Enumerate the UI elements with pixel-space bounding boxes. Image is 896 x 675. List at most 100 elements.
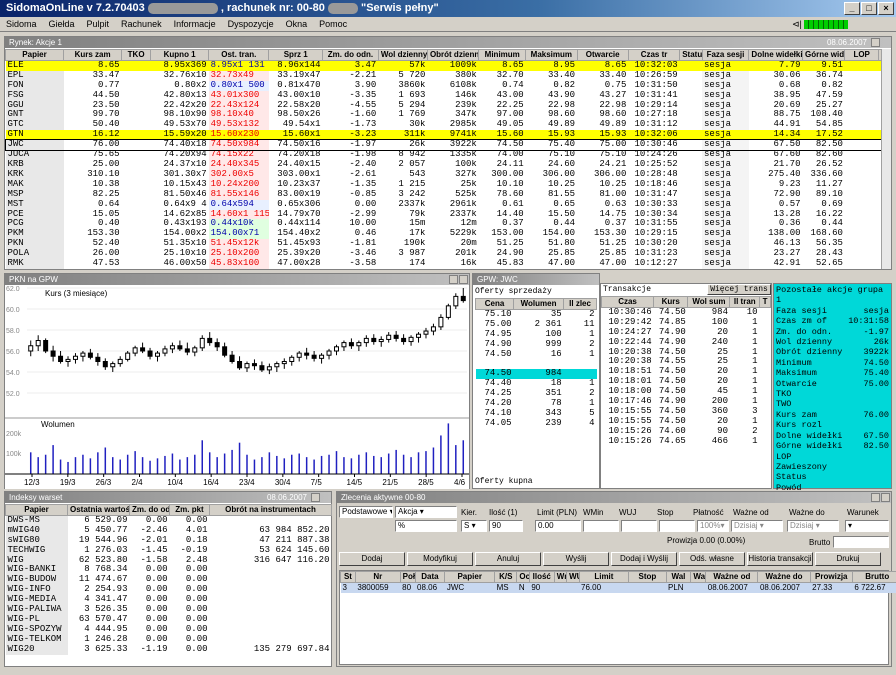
menu-item-pulpit[interactable]: Pulpit xyxy=(81,17,116,31)
column-header[interactable]: Papier xyxy=(5,49,65,61)
instrument-type-select[interactable]: Akcja ▾ xyxy=(395,506,457,518)
transactions-header[interactable]: Il tran xyxy=(729,296,761,308)
market-row[interactable]: KRK 310.10 301.30x7 302.00x5 303.00x1 -2.61 54… xyxy=(5,169,882,180)
transaction-row[interactable]: 10:18:51 74.50 20 1 xyxy=(602,367,771,377)
market-row[interactable]: PKM 153.30 154.00x2 154.00x71 154.40x2 0.46 17… xyxy=(5,229,882,240)
market-row[interactable]: FSG 44.50 42.80x13 43.01x300 43.00x10 -3.35 1 … xyxy=(5,90,882,101)
orderbook-header[interactable]: Wolumen xyxy=(513,298,565,310)
ask-row[interactable]: 74.90 999 2 xyxy=(476,340,597,350)
close-button[interactable]: × xyxy=(878,2,894,15)
market-row[interactable]: RMK 47.53 46.00x50 45.83x100 47.00x28 -3.58 17… xyxy=(5,259,882,269)
transactions-header[interactable]: T xyxy=(759,296,771,308)
stop-input[interactable] xyxy=(659,520,695,532)
market-row[interactable]: JWC 76.00 74.40x18 74.50x984 74.50x16 -1.97 26… xyxy=(5,139,881,152)
transactions-header[interactable]: Czas xyxy=(600,296,655,308)
column-header[interactable]: Sprz 1 xyxy=(268,49,324,61)
column-header[interactable]: Kurs zam xyxy=(63,49,123,61)
gross-input[interactable] xyxy=(833,536,889,548)
index-row[interactable]: WIG 62 523.80 -1.58 2.48 316 647 116.20 xyxy=(5,555,332,566)
ask-row[interactable]: 75.10 35 2 xyxy=(476,309,597,319)
menu-item-sidoma[interactable]: Sidoma xyxy=(0,17,43,31)
menu-item-dyspozycje[interactable]: Dyspozycje xyxy=(222,17,280,31)
market-row[interactable]: ELE 8.65 8.95x369 8.95x1 131 8.96x144 3.47 57k… xyxy=(5,60,881,71)
market-row[interactable]: POLA 26.00 25.10x10 25.10x200 25.39x20 -3.46 3… xyxy=(5,249,882,260)
index-row[interactable]: TECHWIG 1 276.03 -1.45 -0.19 53 624 145.60 xyxy=(5,545,332,556)
transaction-row[interactable]: 10:24:27 74.90 20 1 xyxy=(602,328,771,338)
orders-header[interactable]: War xyxy=(690,571,707,583)
market-row[interactable]: GTC 50.40 49.53x70 49.53x132 49.54x1 -1.73 30k… xyxy=(5,120,882,131)
column-header[interactable]: Górne widełki xyxy=(801,49,846,61)
order-button-od-w-asne[interactable]: Odś. własne xyxy=(679,552,745,566)
orderbook-table[interactable]: Cena Wolumen Il zlec 75.10 35 2 75.00 2 361 11 74… xyxy=(474,298,597,429)
qty-input[interactable]: 90 xyxy=(489,520,523,532)
order-button-dodaj[interactable]: Dodaj xyxy=(339,552,405,566)
transaction-row[interactable]: 10:29:42 74.85 100 1 xyxy=(602,318,771,328)
indices-header[interactable]: Papier xyxy=(5,504,68,516)
transaction-row[interactable]: 10:15:55 74.50 360 3 xyxy=(602,407,771,417)
market-row[interactable]: GNT 99.70 98.10x90 98.10x40 98.50x26 -1.60 1 7… xyxy=(5,110,882,121)
index-row[interactable]: WIG20 3 625.33 -1.19 0.00 135 279 697.84 xyxy=(5,644,332,655)
order-type-select[interactable]: Podstawowe ▾ xyxy=(339,506,393,518)
transaction-row[interactable]: 10:18:00 74.50 45 1 xyxy=(602,387,771,397)
ask-row[interactable]: 75.00 2 361 11 xyxy=(476,320,597,330)
column-header[interactable]: Zm. do odn. xyxy=(322,49,379,61)
bid-row[interactable]: 74.25 351 2 xyxy=(476,389,597,399)
ask-row[interactable]: 74.50 16 1 xyxy=(476,350,597,360)
last-trade-row[interactable]: 74.50 984 xyxy=(475,369,597,380)
orders-header[interactable]: K/S xyxy=(494,571,518,583)
column-header[interactable]: Minimum xyxy=(478,49,527,61)
column-header[interactable]: Maksimum xyxy=(525,49,578,61)
orders-header[interactable]: Papier xyxy=(444,571,496,583)
transaction-row[interactable]: 10:17:46 74.90 200 1 xyxy=(602,397,771,407)
order-button-anuluj[interactable]: Anuluj xyxy=(475,552,541,566)
order-button-drukuj[interactable]: Drukuj xyxy=(815,552,881,566)
index-row[interactable]: WIG-TELKOM 1 246.28 0.00 0.00 xyxy=(5,634,332,645)
indices-header[interactable]: Ostatnia wartość xyxy=(67,504,130,516)
index-row[interactable]: WIG-PL 63 570.47 0.00 0.00 xyxy=(5,614,332,625)
orders-header[interactable]: Stop xyxy=(628,571,667,583)
side-select[interactable]: S ▾ xyxy=(461,520,487,532)
column-header[interactable]: Faza sesji xyxy=(701,49,750,61)
condition-select[interactable]: ▾ xyxy=(845,520,889,532)
market-row[interactable]: KRB 25.00 24.37x10 24.40x345 24.40x15 -2.40 2 … xyxy=(5,159,882,170)
market-row[interactable]: EPL 33.47 32.76x10 32.73x49 33.19x47 -2.21 5 7… xyxy=(5,70,882,81)
market-row[interactable]: GTN 16.12 15.59x20 15.60x230 15.60x1 -3.23 311… xyxy=(5,130,881,141)
orders-header[interactable]: Data xyxy=(414,571,446,583)
payment-select[interactable]: 100%▾ xyxy=(697,520,729,532)
transaction-row[interactable]: 10:15:55 74.50 20 1 xyxy=(602,417,771,427)
index-row[interactable]: WIG-BUDOW 11 474.67 0.00 0.00 xyxy=(5,575,332,586)
index-row[interactable]: WIG-PALIWA 3 526.35 0.00 0.00 xyxy=(5,605,332,615)
maximize-button[interactable]: □ xyxy=(861,2,877,15)
orders-header[interactable]: Limit xyxy=(578,571,630,583)
orders-header[interactable]: Wal xyxy=(665,571,692,583)
index-row[interactable]: WIG-SPOZYW 4 444.95 0.00 0.00 xyxy=(5,624,332,635)
orders-header[interactable]: Ilość xyxy=(528,571,555,583)
orders-header[interactable]: Ważne od xyxy=(705,571,759,583)
market-row[interactable]: PCG 0.40 0.43x193 0.44x10k 0.44x114 10.00 15m 1… xyxy=(5,219,882,230)
orders-table[interactable]: StNrPołDataPapierK/SOcIlośćWnWULimitStop… xyxy=(340,571,896,593)
order-button-wy-lij[interactable]: Wyślij xyxy=(543,552,609,566)
orders-header[interactable]: Ważne do xyxy=(757,571,811,583)
transaction-row[interactable]: 10:22:44 74.90 240 1 xyxy=(602,338,771,348)
order-row[interactable]: 3 3800059 80 08.06 JWC MS N 90 76.00 PLN 08.06.200… xyxy=(340,582,896,593)
column-header[interactable]: Dolne widełki xyxy=(748,49,803,61)
bid-row[interactable]: 74.40 18 1 xyxy=(476,379,597,389)
indices-header[interactable]: Zm. pkt xyxy=(169,504,210,516)
valid-from-select[interactable]: Dzisiaj ▾ xyxy=(731,520,783,532)
orders-header[interactable]: Brutto xyxy=(851,571,896,583)
order-button-modyfikuj[interactable]: Modyfikuj xyxy=(407,552,473,566)
orders-header[interactable]: Nr xyxy=(354,571,401,583)
market-row[interactable]: JUCA 75.65 74.20x94 74.15x22 74.20x18 -1.98 8 … xyxy=(5,150,882,160)
bid-row[interactable]: 74.20 78 1 xyxy=(476,399,597,409)
orders-header[interactable]: WU xyxy=(566,571,580,583)
orders-header[interactable]: Poł xyxy=(399,571,416,583)
orders-header[interactable]: Wn xyxy=(553,571,568,583)
index-row[interactable]: DWS-MS 6 529.09 0.00 0.00 xyxy=(5,515,332,526)
market-row[interactable]: MAK 10.38 10.15x43 10.24x200 10.23x37 -1.35 1 … xyxy=(5,179,882,190)
orderbook-header[interactable]: Il zlec xyxy=(563,298,597,310)
instrument-field[interactable]: % xyxy=(395,520,457,532)
orders-header[interactable]: Oc xyxy=(516,571,530,583)
candlestick-chart[interactable]: 62.0 60.0 58.0 56.0 54.0 52.0 Kurs (3 miesiące… xyxy=(5,286,469,489)
market-row[interactable]: GGU 23.50 22.42x20 22.43x124 22.58x20 -4.55 5 … xyxy=(5,100,882,111)
column-header[interactable]: Status xyxy=(679,49,703,61)
